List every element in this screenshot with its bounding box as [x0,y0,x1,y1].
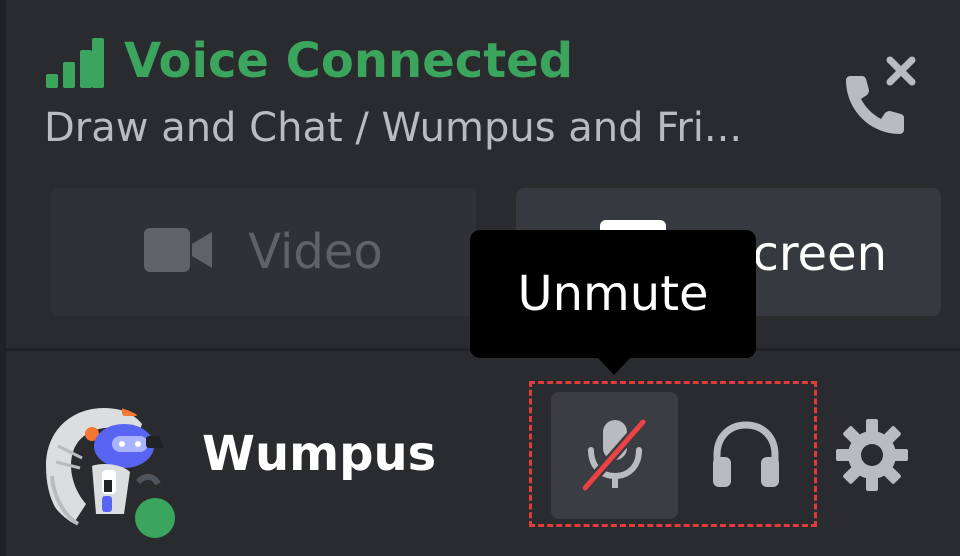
tooltip-arrow [597,357,631,375]
video-button[interactable]: Video [51,188,476,316]
username[interactable]: Wumpus [202,423,436,485]
signal-strength-icon [46,38,104,88]
voice-channel-name[interactable]: Draw and Chat / Wumpus and Fri... [44,100,742,156]
headphones-icon [711,420,781,491]
user-settings-button[interactable] [824,409,920,505]
microphone-muted-icon [580,416,647,496]
online-status-badge [129,492,181,544]
gear-icon [836,419,908,495]
deafen-toggle-button[interactable] [686,392,806,519]
user-panel: Wumpus [6,351,960,556]
avatar[interactable] [42,406,181,544]
camera-icon [144,226,213,278]
mute-toggle-button[interactable] [551,392,678,519]
disconnect-button[interactable] [832,48,928,138]
video-label: Video [248,224,383,280]
tooltip-text: Unmute [517,266,709,322]
phone-hangup-icon [832,56,928,141]
unmute-tooltip: Unmute [470,230,756,358]
voice-status-title: Voice Connected [124,33,574,89]
